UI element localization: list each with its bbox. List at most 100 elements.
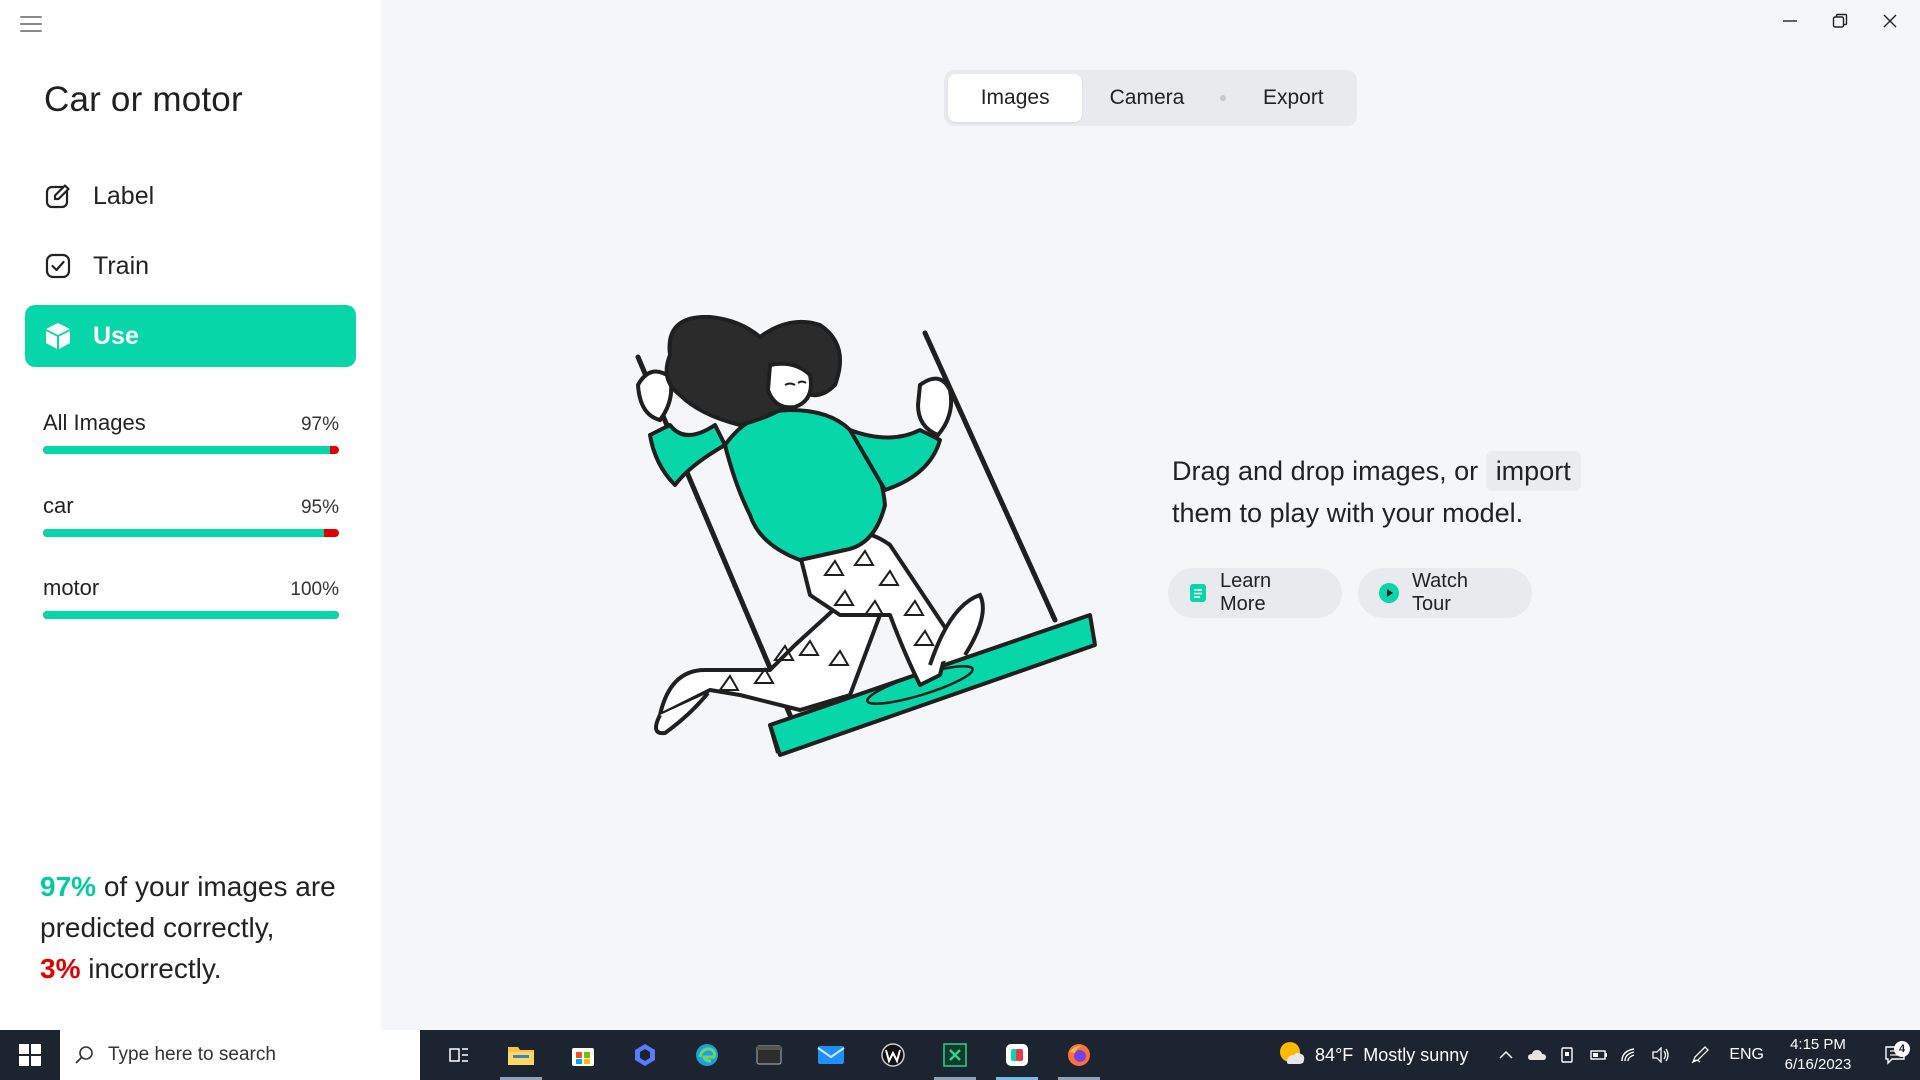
w-app-icon — [881, 1043, 905, 1067]
mode-tabs: Images Camera Export — [944, 70, 1357, 126]
tab-separator — [1219, 95, 1226, 101]
nav-item-use[interactable]: Use — [25, 305, 356, 367]
edge-icon — [696, 1044, 718, 1066]
firefox-icon — [1068, 1044, 1090, 1066]
weather-desc: Mostly sunny — [1363, 1044, 1469, 1065]
clock-date: 6/16/2023 — [1784, 1056, 1852, 1073]
nav-item-train-text: Train — [93, 251, 150, 280]
taskbar-file-explorer[interactable] — [490, 1030, 552, 1080]
summary-incorrect-pct: 3% — [40, 953, 81, 984]
accuracy-summary: 97% of your images are predicted correct… — [40, 866, 360, 989]
nav-item-label[interactable]: Label — [25, 165, 356, 227]
nav-item-label-text: Label — [93, 181, 155, 210]
chevron-up-icon — [1499, 1050, 1513, 1059]
taskbar-mail[interactable] — [800, 1030, 862, 1080]
stat-motor[interactable]: motor 100% — [43, 575, 339, 619]
dropzone-text-before: Drag and drop images, or — [1172, 456, 1479, 486]
stat-all-images[interactable]: All Images 97% — [43, 410, 339, 454]
accuracy-bar-fill — [43, 529, 325, 537]
weather-temp: 84°F — [1315, 1044, 1354, 1065]
close-icon — [1883, 14, 1897, 28]
show-hidden-icons-button[interactable] — [1490, 1050, 1521, 1060]
taskbar-copilot[interactable] — [614, 1030, 676, 1080]
dropzone-message: Drag and drop images, or import them to … — [1172, 450, 1612, 534]
clock-time: 4:15 PM — [1790, 1036, 1846, 1053]
start-button[interactable] — [0, 1030, 60, 1080]
pen-icon — [1691, 1046, 1709, 1064]
project-title: Car or motor — [44, 80, 243, 119]
learn-more-label: Learn More — [1220, 570, 1272, 615]
pencil-square-icon — [43, 181, 73, 211]
cube-icon — [43, 321, 73, 351]
nav-item-train[interactable]: Train — [25, 235, 356, 297]
pen-tray[interactable] — [1684, 1046, 1715, 1064]
accuracy-bar — [43, 529, 339, 537]
taskbar-search-box[interactable]: Type here to search — [60, 1030, 420, 1080]
accuracy-bar — [43, 611, 339, 619]
dropzone-text-after: them to play with your model. — [1172, 498, 1524, 528]
stat-name: motor — [43, 575, 100, 600]
stat-percent: 95% — [300, 497, 339, 518]
tab-images[interactable]: Images — [948, 74, 1083, 122]
restore-button[interactable] — [1820, 6, 1860, 36]
hamburger-menu-icon[interactable] — [20, 16, 42, 32]
x-app-icon — [943, 1043, 967, 1067]
language-indicator[interactable]: ENG — [1729, 1046, 1764, 1064]
windows-logo-icon — [19, 1044, 41, 1066]
stat-percent: 100% — [290, 579, 339, 600]
taskbar-app-w[interactable] — [862, 1030, 924, 1080]
play-icon — [1378, 582, 1400, 604]
nav-item-use-text: Use — [93, 321, 139, 350]
accuracy-bar-fill — [43, 611, 339, 619]
onedrive-tray[interactable] — [1521, 1047, 1552, 1063]
close-button[interactable] — [1870, 6, 1910, 36]
cloud-icon — [1527, 1050, 1546, 1060]
accuracy-bar-fill — [43, 446, 331, 454]
tab-camera[interactable]: Camera — [1082, 74, 1211, 122]
task-view-button[interactable] — [428, 1030, 490, 1080]
battery-icon — [1590, 1050, 1607, 1060]
notification-badge: 4 — [1894, 1041, 1910, 1057]
minimize-button[interactable] — [1770, 6, 1810, 36]
taskbar-edge[interactable] — [676, 1030, 738, 1080]
device-icon — [1561, 1047, 1573, 1063]
stat-car[interactable]: car 95% — [43, 493, 339, 537]
pinned-apps — [428, 1030, 1110, 1080]
mail-icon — [817, 1046, 845, 1064]
store-icon — [572, 1048, 594, 1066]
taskbar-store[interactable] — [552, 1030, 614, 1080]
stat-percent: 97% — [300, 414, 339, 435]
tab-export[interactable]: Export — [1234, 74, 1353, 122]
task-view-icon — [449, 1048, 468, 1062]
accuracy-bar — [43, 446, 339, 454]
weather-widget[interactable]: 84°F Mostly sunny — [1277, 1040, 1468, 1071]
system-tray: 84°F Mostly sunny ENG 4:15 PM 6/16/2023 — [1277, 1030, 1920, 1080]
windows-taskbar: Type here to search 84°F Mostly sunny EN… — [0, 1030, 1920, 1080]
taskbar-app-x[interactable] — [924, 1030, 986, 1080]
volume-tray[interactable] — [1645, 1047, 1676, 1063]
taskbar-clock[interactable]: 4:15 PM 6/16/2023 — [1778, 1035, 1858, 1075]
summary-text-2: incorrectly. — [80, 953, 222, 984]
check-square-icon — [43, 251, 73, 281]
restore-icon — [1832, 13, 1848, 28]
folder-icon — [508, 1047, 534, 1065]
taskbar-firefox[interactable] — [1048, 1030, 1110, 1080]
taskbar-terminal[interactable] — [738, 1030, 800, 1080]
minimize-icon — [1783, 20, 1797, 22]
bing-icon — [635, 1044, 655, 1066]
learn-more-button[interactable]: Learn More — [1168, 568, 1342, 618]
notification-center-button[interactable]: 4 — [1870, 1041, 1920, 1065]
wifi-tray[interactable] — [1614, 1047, 1645, 1063]
stat-name: car — [43, 493, 74, 518]
stat-name: All Images — [43, 410, 146, 435]
wifi-icon — [1621, 1048, 1635, 1062]
lobe-app-icon — [1006, 1044, 1028, 1066]
taskbar-lobe[interactable] — [986, 1030, 1048, 1080]
swing-illustration — [635, 315, 1097, 757]
summary-correct-pct: 97% — [40, 871, 97, 902]
battery-tray[interactable] — [1583, 1048, 1614, 1062]
watch-tour-label: Watch Tour — [1412, 570, 1468, 615]
import-link[interactable]: import — [1485, 451, 1581, 491]
device-tray[interactable] — [1552, 1046, 1583, 1064]
watch-tour-button[interactable]: Watch Tour — [1358, 568, 1532, 618]
